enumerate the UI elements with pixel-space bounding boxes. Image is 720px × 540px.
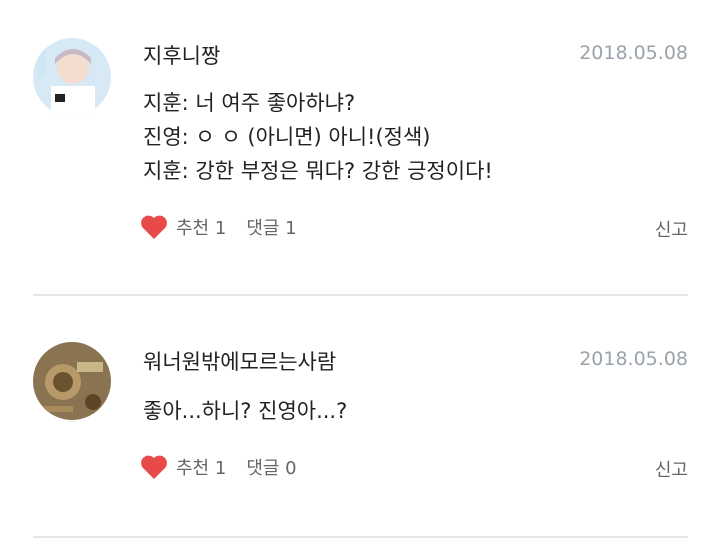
reply-button[interactable]: 댓글 0 — [246, 454, 296, 480]
comment-body: 좋아...하니? 진영아...? — [143, 394, 347, 428]
like-count: 1 — [214, 218, 227, 239]
author-name[interactable]: 워너원밖에모르는사람 — [143, 346, 336, 376]
comment-line: 진영: ㅇ ㅇ (아니면) 아니!(정색) — [143, 125, 431, 149]
heart-icon[interactable] — [140, 454, 168, 480]
comment-line: 지훈: 강한 부정은 뭐다? 강한 긍정이다! — [143, 159, 493, 183]
comment-line: 지훈: 너 여주 좋아하냐? — [143, 91, 356, 115]
avatar[interactable] — [33, 342, 111, 420]
comment-divider — [33, 536, 688, 538]
like-label: 추천 — [176, 218, 210, 239]
avatar[interactable] — [33, 38, 111, 116]
comment-date: 2018.05.08 — [579, 348, 688, 370]
reply-count: 1 — [285, 218, 297, 239]
comment-actions: 추천 1 댓글 0 — [140, 454, 317, 480]
author-name[interactable]: 지후니짱 — [143, 40, 220, 70]
comment-actions: 추천 1 댓글 1 — [140, 214, 317, 240]
like-label: 추천 — [176, 458, 210, 479]
reply-label: 댓글 — [246, 218, 280, 239]
like-button[interactable]: 추천 1 — [176, 454, 226, 480]
comment-line: 좋아...하니? 진영아...? — [143, 399, 348, 423]
report-button[interactable]: 신고 — [655, 456, 688, 482]
heart-icon[interactable] — [140, 214, 168, 240]
comment-body: 지훈: 너 여주 좋아하냐? 진영: ㅇ ㅇ (아니면) 아니!(정색) 지훈:… — [143, 86, 493, 188]
comment-item: 워너원밖에모르는사람 2018.05.08 좋아...하니? 진영아...? 추… — [0, 296, 720, 536]
reply-count: 0 — [285, 458, 297, 479]
reply-label: 댓글 — [246, 458, 280, 479]
report-button[interactable]: 신고 — [655, 216, 688, 242]
like-count: 1 — [214, 458, 227, 479]
comment-date: 2018.05.08 — [579, 42, 688, 64]
like-button[interactable]: 추천 1 — [176, 214, 226, 240]
reply-button[interactable]: 댓글 1 — [246, 214, 296, 240]
comment-item: 지후니짱 2018.05.08 지훈: 너 여주 좋아하냐? 진영: ㅇ ㅇ (… — [0, 0, 720, 294]
